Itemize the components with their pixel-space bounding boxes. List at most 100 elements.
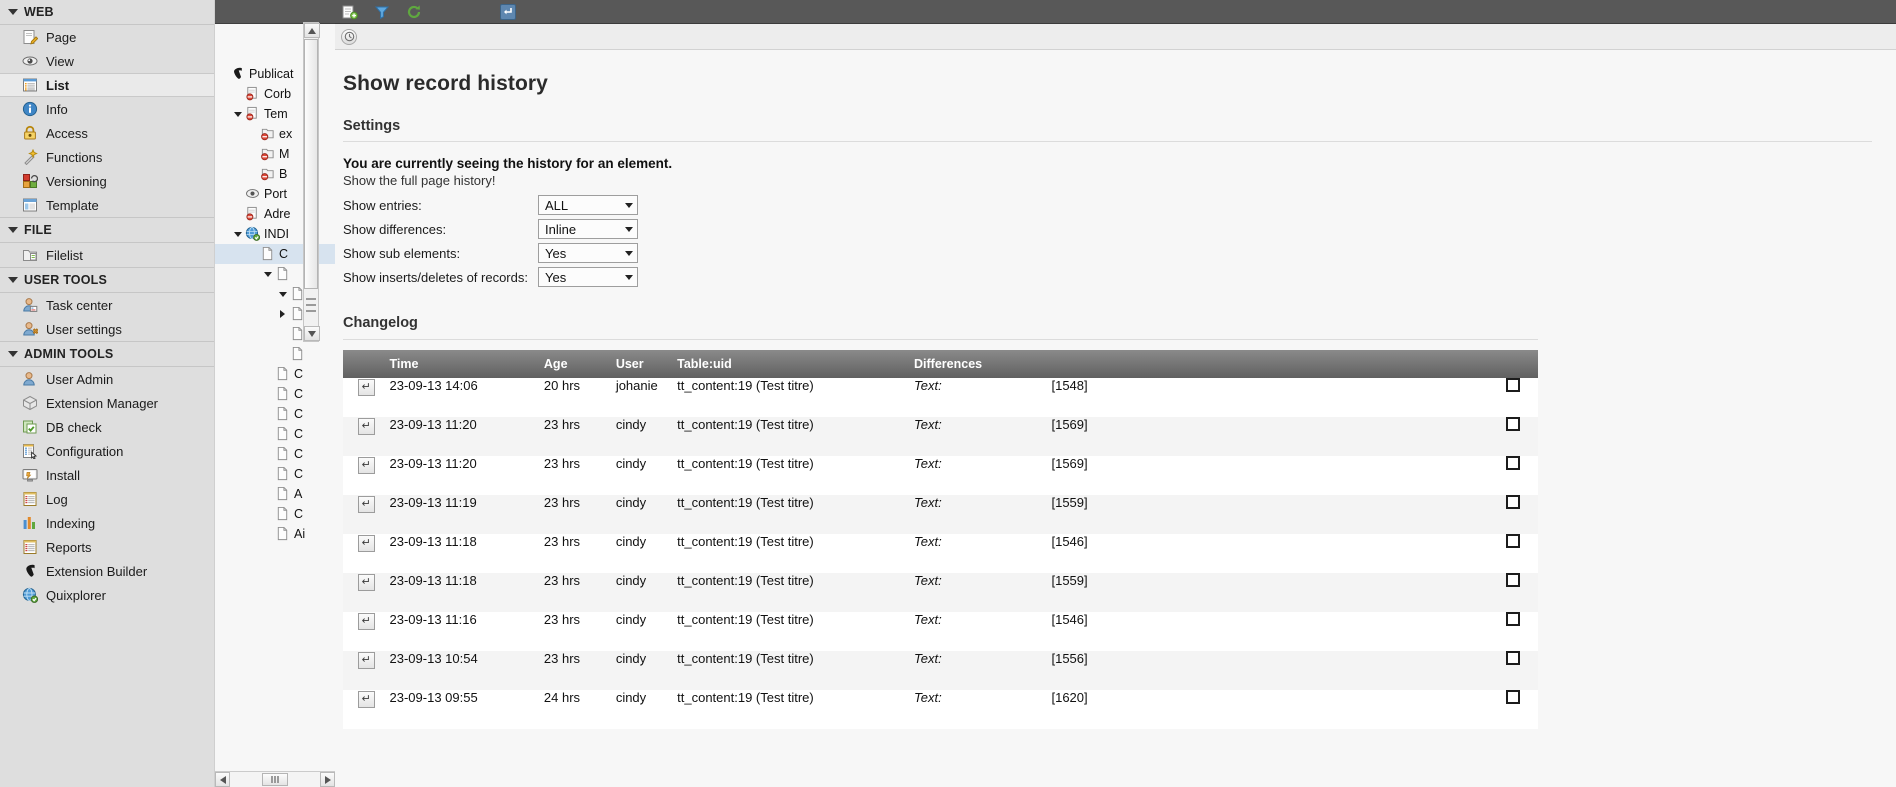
page-tree-node[interactable]: A — [215, 484, 335, 504]
tree-scroll-down-button[interactable] — [304, 326, 320, 341]
col-header-time[interactable]: Time — [389, 350, 544, 378]
hscrollbar-track[interactable] — [230, 772, 320, 787]
page-tree-node[interactable]: Ai — [215, 524, 335, 544]
col-header-age[interactable]: Age — [543, 350, 616, 378]
sidebar-section-file[interactable]: FILE — [0, 217, 214, 243]
tree-scrollbar-thumb[interactable] — [304, 39, 318, 289]
cell-time: 23-09-13 11:19 — [389, 495, 544, 534]
row-checkbox[interactable] — [1506, 573, 1520, 587]
sidebar-item-user-admin[interactable]: User Admin — [0, 367, 214, 391]
doc-icon — [275, 466, 290, 482]
page-tree-node[interactable]: C — [215, 444, 335, 464]
row-checkbox[interactable] — [1506, 417, 1520, 431]
rollback-arrow-icon[interactable]: ↵ — [357, 418, 375, 435]
full-page-history-link[interactable]: Show the full page history! — [343, 173, 1872, 188]
row-checkbox[interactable] — [1506, 651, 1520, 665]
sidebar-item-page[interactable]: Page — [0, 25, 214, 49]
doc-icon — [275, 366, 290, 382]
sidebar-section-admin-tools[interactable]: ADMIN TOOLS — [0, 341, 214, 367]
show-sub-elements-select[interactable]: Yes — [537, 243, 638, 263]
page-tree-node-label: C — [294, 367, 304, 381]
rollback-arrow-icon[interactable]: ↵ — [357, 496, 375, 513]
hscroll-left-button[interactable] — [215, 772, 230, 787]
sidebar-item-configuration[interactable]: Configuration — [0, 439, 214, 463]
settings-row: Show entries: ALL — [343, 193, 638, 217]
hscroll-right-button[interactable] — [320, 772, 335, 787]
sidebar-item-reports[interactable]: Reports — [0, 535, 214, 559]
cell-diff-label: Text: — [914, 417, 1052, 456]
selected-value: Yes — [544, 245, 567, 261]
tree-expand-icon[interactable] — [277, 309, 288, 320]
sidebar-section-user-tools[interactable]: USER TOOLS — [0, 267, 214, 293]
tree-toggle-placeholder — [232, 89, 243, 100]
row-checkbox[interactable] — [1506, 456, 1520, 470]
page-tree-scrollbar[interactable] — [303, 22, 320, 342]
sidebar-item-install[interactable]: Install — [0, 463, 214, 487]
sidebar-item-template[interactable]: Template — [0, 193, 214, 217]
sidebar-item-label: Template — [46, 197, 99, 213]
rollback-arrow-icon[interactable]: ↵ — [357, 457, 375, 474]
page-tree-node[interactable]: C — [215, 504, 335, 524]
page-title: Show record history — [343, 72, 548, 95]
sidebar-item-versioning[interactable]: Versioning — [0, 169, 214, 193]
page-tree-node[interactable] — [215, 344, 335, 364]
show-entries-select[interactable]: ALL — [537, 195, 638, 215]
row-checkbox[interactable] — [1506, 612, 1520, 626]
col-header-user[interactable]: User — [615, 350, 678, 378]
tree-collapse-icon[interactable] — [277, 289, 288, 300]
row-checkbox[interactable] — [1506, 534, 1520, 548]
filter-icon[interactable] — [373, 3, 391, 21]
tree-scroll-up-button[interactable] — [304, 23, 320, 38]
rollback-arrow-icon[interactable]: ↵ — [357, 691, 375, 708]
col-header-table-uid[interactable]: Table:uid — [677, 350, 915, 378]
configuration-icon — [22, 443, 38, 460]
rollback-arrow-icon[interactable]: ↵ — [357, 652, 375, 669]
page-tree-node[interactable]: C — [215, 404, 335, 424]
rollback-arrow-icon[interactable]: ↵ — [357, 379, 375, 396]
db-check-icon — [22, 419, 38, 435]
tree-collapse-icon[interactable] — [232, 109, 243, 120]
sidebar-item-quixplorer[interactable]: Quixplorer — [0, 583, 214, 607]
refresh-icon[interactable] — [405, 3, 423, 21]
sidebar-item-extension-manager[interactable]: Extension Manager — [0, 391, 214, 415]
sidebar-item-label: Install — [46, 467, 80, 483]
page-tree-hscrollbar[interactable] — [215, 771, 335, 787]
rollback-arrow-icon[interactable]: ↵ — [357, 574, 375, 591]
col-header-differences[interactable]: Differences — [914, 350, 1475, 378]
sidebar-item-functions[interactable]: Functions — [0, 145, 214, 169]
sidebar-item-task-center[interactable]: Task center — [0, 293, 214, 317]
new-record-icon[interactable] — [341, 3, 359, 21]
sidebar-item-db-check[interactable]: DB check — [0, 415, 214, 439]
cell-diff-label: Text: — [914, 612, 1052, 651]
settings-heading: Settings — [343, 118, 401, 134]
sidebar-item-log[interactable]: Log — [0, 487, 214, 511]
show-differences-select[interactable]: Inline — [537, 219, 638, 239]
cell-diff-value: [1569] — [1051, 417, 1475, 456]
tree-collapse-icon[interactable] — [232, 229, 243, 240]
sidebar-item-extension-builder[interactable]: Extension Builder — [0, 559, 214, 583]
rollback-arrow-icon[interactable]: ↵ — [357, 535, 375, 552]
page-tree-node[interactable]: C — [215, 384, 335, 404]
sidebar-item-access[interactable]: Access — [0, 121, 214, 145]
sidebar-item-filelist[interactable]: Filelist — [0, 243, 214, 267]
page-tree-node[interactable]: C — [215, 464, 335, 484]
rollback-arrow-icon[interactable]: ↵ — [357, 613, 375, 630]
sidebar-item-user-settings[interactable]: User settings — [0, 317, 214, 341]
sidebar-item-indexing[interactable]: Indexing — [0, 511, 214, 535]
sidebar-item-info[interactable]: Info — [0, 97, 214, 121]
sidebar-item-list[interactable]: List — [0, 73, 214, 97]
row-checkbox[interactable] — [1506, 495, 1520, 509]
row-checkbox[interactable] — [1506, 690, 1520, 704]
page-tree-node[interactable]: C — [215, 364, 335, 384]
tree-collapse-icon[interactable] — [262, 269, 273, 280]
user-settings-icon — [22, 321, 39, 337]
sidebar-section-web[interactable]: WEB — [0, 0, 214, 25]
show-inserts-deletes-select[interactable]: Yes — [537, 267, 638, 287]
hscrollbar-thumb[interactable] — [262, 773, 288, 786]
back-arrow-icon[interactable] — [499, 3, 517, 21]
page-tree-node[interactable]: C — [215, 424, 335, 444]
history-icon[interactable] — [341, 28, 357, 45]
row-checkbox[interactable] — [1506, 378, 1520, 392]
sidebar-item-view[interactable]: View — [0, 49, 214, 73]
doc-icon — [275, 386, 290, 402]
